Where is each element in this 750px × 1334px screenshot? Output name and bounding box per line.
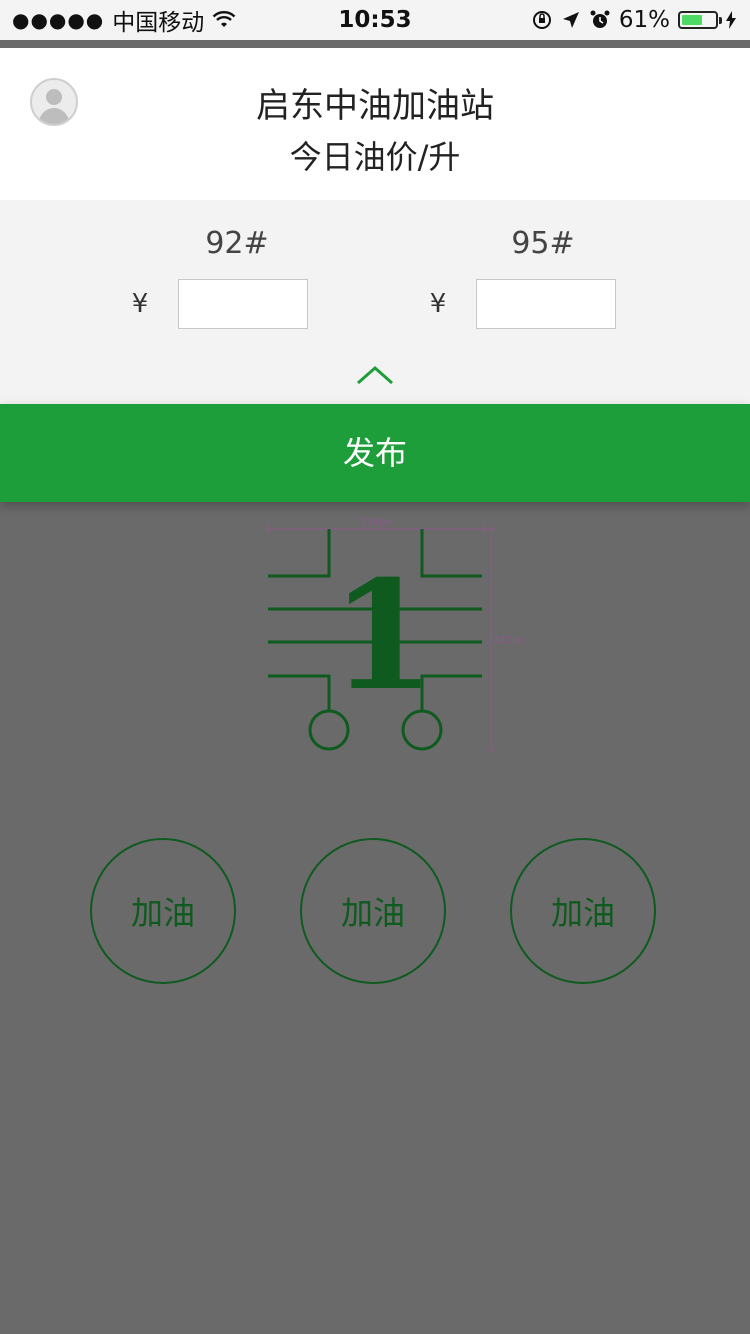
header: 启东中油加油站 今日油价/升 [0,48,750,200]
price-panel: 92# ¥ 95# ¥ [0,200,750,404]
price-row-95: ¥ [418,279,616,329]
grade-label-92: 92# [205,226,269,261]
status-time: 10:53 [338,7,412,33]
chevron-up-icon[interactable] [355,364,395,386]
price-input-95[interactable] [476,279,616,329]
price-column-95: 95# ¥ [418,226,616,329]
battery-tip [719,17,722,24]
battery-icon [678,11,722,29]
fuel-button-group: 加油 加油 加油 [90,838,660,988]
status-bar: ●●●●● 中国移动 10:53 61% [0,0,750,40]
battery-level [682,15,702,25]
fuel-button-3[interactable]: 加油 [510,838,656,984]
logo-numeral: 1 [331,548,435,724]
price-column-92: 92# ¥ [120,226,308,329]
station-name: 启东中油加油站 [256,86,494,126]
price-row-92: ¥ [120,279,308,329]
width-dimension-label: 216px [360,517,391,528]
fuel-button-1[interactable]: 加油 [90,838,236,984]
station-logo: 216px 222px 1 [262,512,534,760]
circuit-logo-graphic: 216px 222px 1 [267,517,524,751]
currency-symbol: ¥ [131,289,149,319]
price-subtitle: 今日油价/升 [289,138,461,176]
fuel-button-2[interactable]: 加油 [300,838,446,984]
grade-label-95: 95# [511,226,575,261]
publish-button[interactable]: 发布 [0,404,750,502]
height-dimension-label: 222px [493,635,524,646]
currency-symbol: ¥ [429,289,447,319]
price-input-92[interactable] [178,279,308,329]
